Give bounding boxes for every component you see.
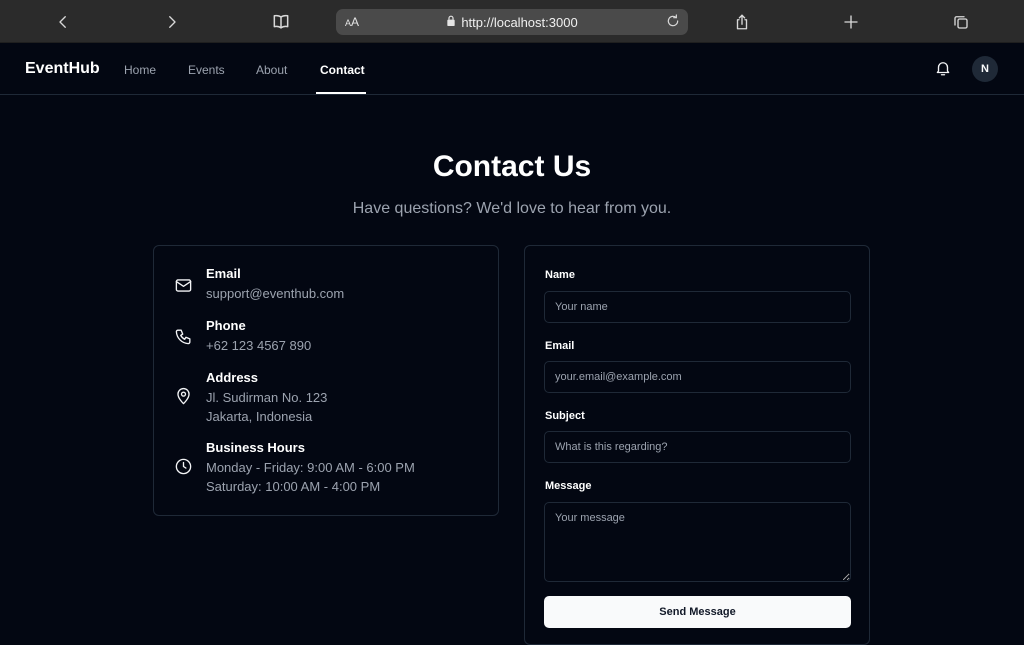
nav-link-home[interactable]: Home — [124, 63, 156, 77]
top-navbar: EventHub Home Events About Contact N — [0, 44, 1024, 95]
share-button[interactable] — [728, 8, 756, 36]
notifications-button[interactable] — [934, 59, 954, 79]
name-label: Name — [545, 269, 575, 281]
nav-link-contact[interactable]: Contact — [320, 63, 365, 77]
page-subtitle: Have questions? We'd love to hear from y… — [352, 200, 672, 217]
subject-input[interactable] — [544, 431, 851, 463]
contact-address-line-2: Jakarta, Indonesia — [206, 409, 313, 424]
chevron-left-icon — [59, 16, 66, 28]
phone-icon — [174, 327, 194, 347]
reader-button[interactable] — [267, 8, 295, 36]
tabs-overview-button[interactable] — [947, 8, 975, 36]
tabs-icon — [954, 16, 968, 29]
forward-button[interactable] — [158, 8, 186, 36]
contact-phone-value: +62 123 4567 890 — [206, 338, 312, 353]
contact-form: Name Email Subject Message Send Message — [524, 245, 870, 645]
contact-info-card: Email support@eventhub.com Phone +62 123… — [153, 245, 499, 516]
email-input[interactable] — [544, 361, 851, 393]
plus-icon — [844, 15, 858, 29]
active-tab-indicator — [316, 92, 366, 94]
page-title: Contact Us — [432, 150, 592, 183]
contact-email-label: Email — [206, 266, 241, 281]
contact-address-label: Address — [206, 370, 259, 385]
address-bar[interactable]: AA http://localhost:3000 — [336, 9, 688, 35]
new-tab-button[interactable] — [837, 8, 865, 36]
name-input[interactable] — [544, 291, 851, 323]
contact-email-value: support@eventhub.com — [206, 286, 345, 301]
bell-icon — [936, 62, 950, 76]
contact-address-line-1: Jl. Sudirman No. 123 — [206, 390, 328, 405]
user-avatar[interactable]: N — [972, 56, 998, 82]
reload-icon — [667, 14, 679, 27]
lock-icon — [446, 13, 456, 31]
clock-icon — [174, 457, 194, 477]
subject-label: Subject — [545, 410, 585, 422]
message-textarea[interactable] — [544, 502, 851, 582]
reload-button[interactable] — [665, 13, 681, 34]
browser-toolbar: AA http://localhost:3000 — [0, 0, 1024, 43]
mail-icon — [174, 276, 194, 296]
email-label: Email — [545, 340, 575, 352]
brand-logo[interactable]: EventHub — [25, 60, 100, 78]
share-icon — [736, 14, 748, 30]
back-button[interactable] — [49, 8, 77, 36]
message-label: Message — [545, 480, 592, 492]
url-text: http://localhost:3000 — [461, 14, 578, 30]
book-icon — [273, 14, 289, 29]
contact-phone-label: Phone — [206, 318, 246, 333]
nav-link-about[interactable]: About — [256, 63, 287, 77]
map-pin-icon — [174, 387, 194, 407]
nav-link-events[interactable]: Events — [188, 63, 225, 77]
contact-hours-weekday: Monday - Friday: 9:00 AM - 6:00 PM — [206, 460, 415, 475]
chevron-right-icon — [169, 16, 176, 28]
contact-hours-label: Business Hours — [206, 440, 305, 455]
contact-hours-saturday: Saturday: 10:00 AM - 4:00 PM — [206, 479, 381, 494]
send-message-button[interactable]: Send Message — [544, 596, 851, 628]
